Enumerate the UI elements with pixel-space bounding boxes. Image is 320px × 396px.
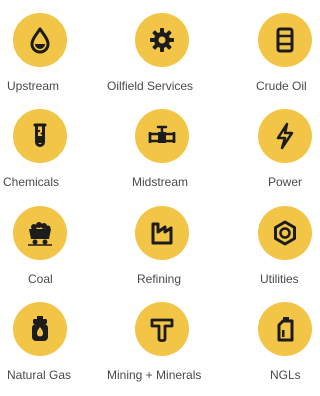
- refinery-icon: [151, 222, 173, 245]
- icon-circle: [135, 13, 189, 67]
- industry-tile-refining[interactable]: Refining: [108, 203, 218, 297]
- industry-tile-natural-gas[interactable]: Natural Gas: [0, 299, 95, 393]
- icon-circle: [13, 206, 67, 260]
- oil-barrel-icon: [276, 27, 294, 53]
- industry-tile-oilfield-services[interactable]: Oilfield Services: [107, 10, 218, 104]
- industry-label-mining-minerals: Mining + Minerals: [107, 368, 202, 382]
- coal-cart-icon: [28, 222, 52, 246]
- hex-nut-icon: [274, 220, 296, 246]
- icon-circle: [258, 302, 312, 356]
- industry-tile-mining-minerals[interactable]: Mining + Minerals: [107, 299, 218, 393]
- icon-circle: [258, 13, 312, 67]
- fuel-canister-icon: [277, 317, 294, 342]
- industry-label-upstream: Upstream: [7, 79, 60, 93]
- icon-circle: [13, 109, 67, 163]
- lightning-bolt-icon: [276, 122, 294, 150]
- industry-tile-midstream[interactable]: Midstream: [108, 106, 218, 200]
- industry-tile-power[interactable]: Power: [226, 106, 320, 200]
- industry-tile-utilities[interactable]: Utilities: [226, 203, 320, 297]
- industry-label-oilfield-services: Oilfield Services: [107, 79, 194, 93]
- industry-label-power: Power: [268, 175, 303, 189]
- industry-label-crude-oil: Crude Oil: [256, 79, 307, 93]
- industry-label-coal: Coal: [28, 272, 53, 286]
- hammer-icon: [150, 318, 174, 342]
- industry-label-refining: Refining: [137, 272, 182, 286]
- icon-circle: [135, 206, 189, 260]
- industry-label-ngls: NGLs: [270, 368, 301, 382]
- gear-icon: [150, 28, 174, 52]
- pipeline-icon: [148, 125, 176, 143]
- industry-tile-upstream[interactable]: Upstream: [0, 10, 95, 104]
- icon-circle: [13, 13, 67, 67]
- industry-tile-crude-oil[interactable]: Crude Oil: [226, 10, 320, 104]
- industry-tile-ngls[interactable]: NGLs: [226, 299, 320, 393]
- gas-cylinder-icon: [32, 316, 48, 341]
- icon-circle: [258, 206, 312, 260]
- icon-circle: [135, 109, 189, 163]
- icon-circle: [13, 302, 67, 356]
- industry-tile-chemicals[interactable]: Chemicals: [0, 106, 95, 200]
- industry-label-utilities: Utilities: [260, 272, 299, 286]
- industry-icon-grid: Upstream Oilfield Services Crude Oil Che…: [0, 0, 312, 396]
- industry-label-natural-gas: Natural Gas: [7, 368, 72, 382]
- icon-circle: [135, 302, 189, 356]
- oil-drop-icon: [30, 27, 50, 54]
- industry-tile-coal[interactable]: Coal: [0, 203, 95, 297]
- industry-label-midstream: Midstream: [132, 175, 189, 189]
- industry-label-chemicals: Chemicals: [3, 175, 60, 189]
- icon-circle: [258, 109, 312, 163]
- test-tube-icon: [33, 123, 47, 147]
